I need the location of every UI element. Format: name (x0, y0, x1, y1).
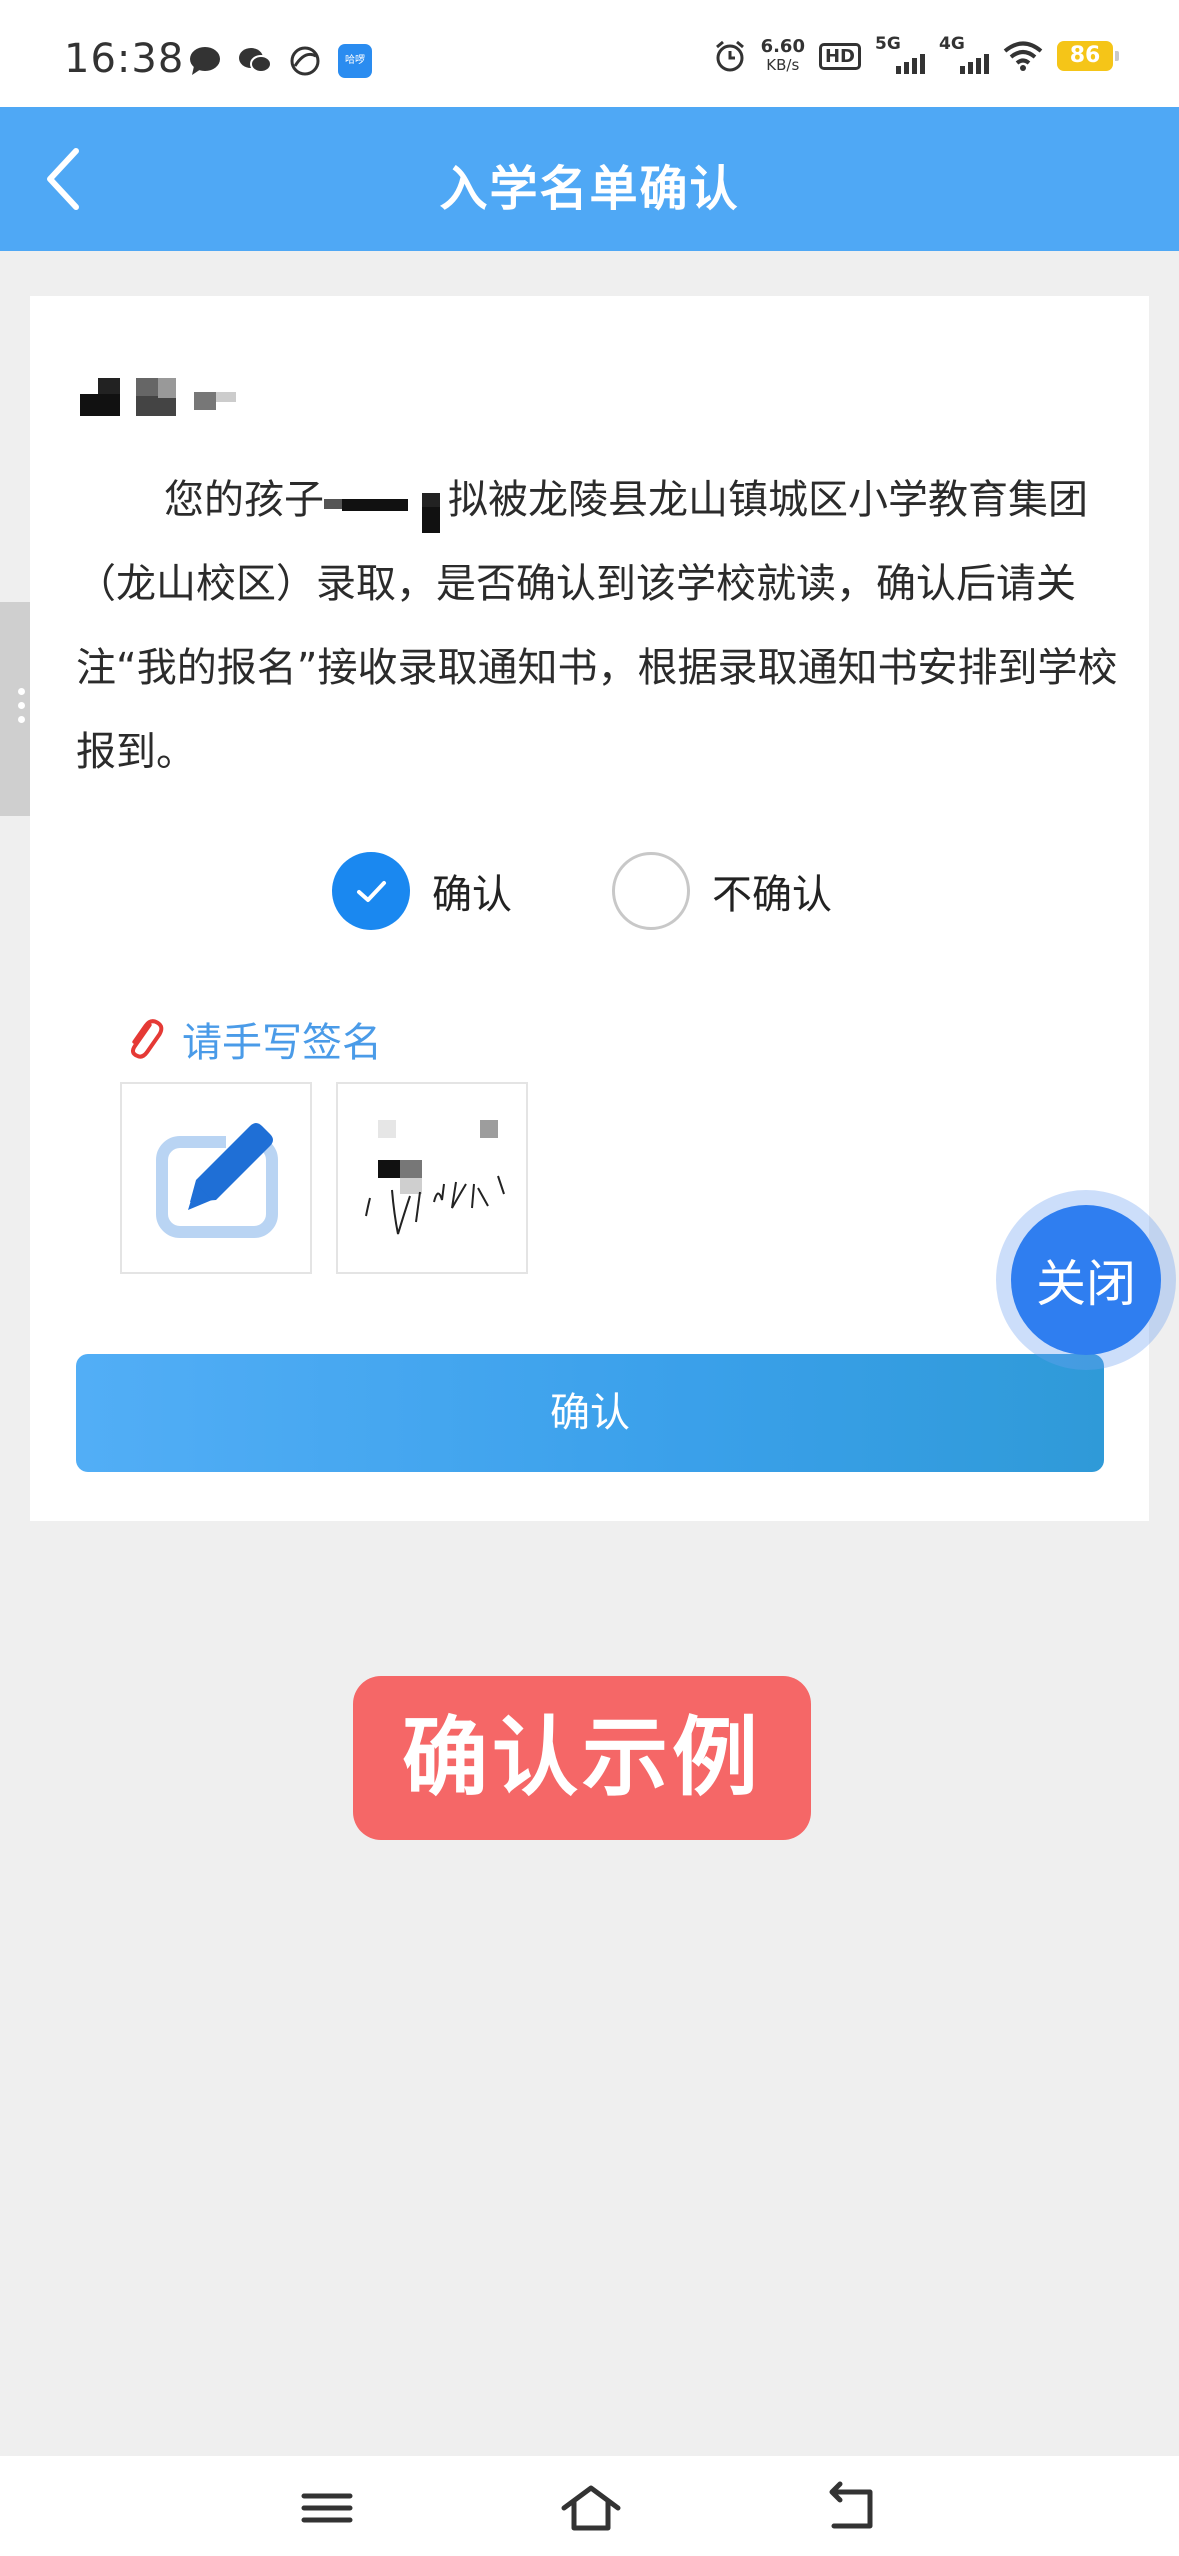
more-dots-icon (18, 688, 25, 723)
menu-icon (301, 2493, 353, 2523)
title-bar: 入学名单确认 (0, 107, 1179, 251)
system-indicators: 6.60 KB/s HD 5G 4G 86 (713, 34, 1119, 75)
close-floating-label: 关闭 (1011, 1205, 1161, 1355)
wifi-icon (1003, 41, 1043, 71)
system-nav-bar (0, 2456, 1179, 2556)
signal-4g: 4G (939, 34, 989, 74)
redacted-name-mosaic (80, 378, 236, 416)
nav-menu-button[interactable] (292, 2478, 362, 2538)
status-bar: 16:38 哈啰 6.60 KB/s HD 5G 4G 86 (0, 0, 1179, 107)
network-speed: 6.60 KB/s (760, 36, 805, 75)
notice-text-before: 您的孩子 (164, 477, 324, 523)
hellobike-app-icon: 哈啰 (338, 44, 372, 78)
edit-pen-icon (156, 1123, 278, 1238)
network-speed-value: 6.60 (760, 36, 805, 57)
status-time: 16:38 (64, 36, 185, 82)
nav-home-button[interactable] (556, 2478, 626, 2538)
radio-no-confirm[interactable]: 不确认 (612, 852, 832, 930)
signature-preview (336, 1082, 528, 1274)
signal-5g-label: 5G (875, 34, 901, 54)
admission-notice: 您的孩子 拟被龙陵县龙山镇城区小学教育集团（龙山校区）录取，是否确认到该学校就读，… (76, 458, 1136, 794)
signal-bars-icon (896, 54, 925, 74)
signal-4g-label: 4G (939, 34, 965, 54)
radio-no-confirm-label: 不确认 (712, 872, 832, 918)
network-speed-unit: KB/s (766, 56, 800, 74)
submit-confirm-button[interactable]: 确认 (76, 1354, 1104, 1472)
radio-unchecked-icon (612, 852, 690, 930)
paperclip-icon (130, 1019, 164, 1059)
signature-label-text: 请手写签名 (182, 1020, 382, 1066)
radio-confirm[interactable]: 确认 (332, 852, 512, 930)
hd-voice-badge: HD (818, 42, 861, 70)
notification-icons: 哈啰 (188, 44, 372, 78)
signature-label: 请手写签名 (122, 1010, 382, 1068)
confirmation-card: 您的孩子 拟被龙陵县龙山镇城区小学教育集团（龙山校区）录取，是否确认到该学校就读，… (30, 296, 1149, 1521)
radio-confirm-label: 确认 (432, 872, 512, 918)
battery-indicator: 86 (1057, 41, 1119, 71)
signal-5g: 5G (875, 34, 925, 74)
example-badge: 确认示例 (353, 1676, 811, 1840)
home-icon (561, 2485, 621, 2531)
close-floating-button[interactable]: 关闭 (996, 1190, 1176, 1370)
message-icon (190, 47, 220, 75)
alarm-icon (715, 40, 744, 72)
nav-back-button[interactable] (816, 2478, 886, 2538)
wechat-icon (239, 48, 272, 73)
radio-checked-icon (332, 852, 410, 930)
handwritten-signature-image (365, 1120, 505, 1235)
back-arrow-icon (829, 2481, 873, 2529)
redacted-child-name (324, 480, 448, 533)
signature-edit-button[interactable] (120, 1082, 312, 1274)
confirm-radio-group: 确认 不确认 (30, 852, 1149, 932)
signal-bars-icon (960, 54, 989, 74)
page-title: 入学名单确认 (439, 161, 740, 217)
app-swirl-icon (290, 46, 320, 76)
